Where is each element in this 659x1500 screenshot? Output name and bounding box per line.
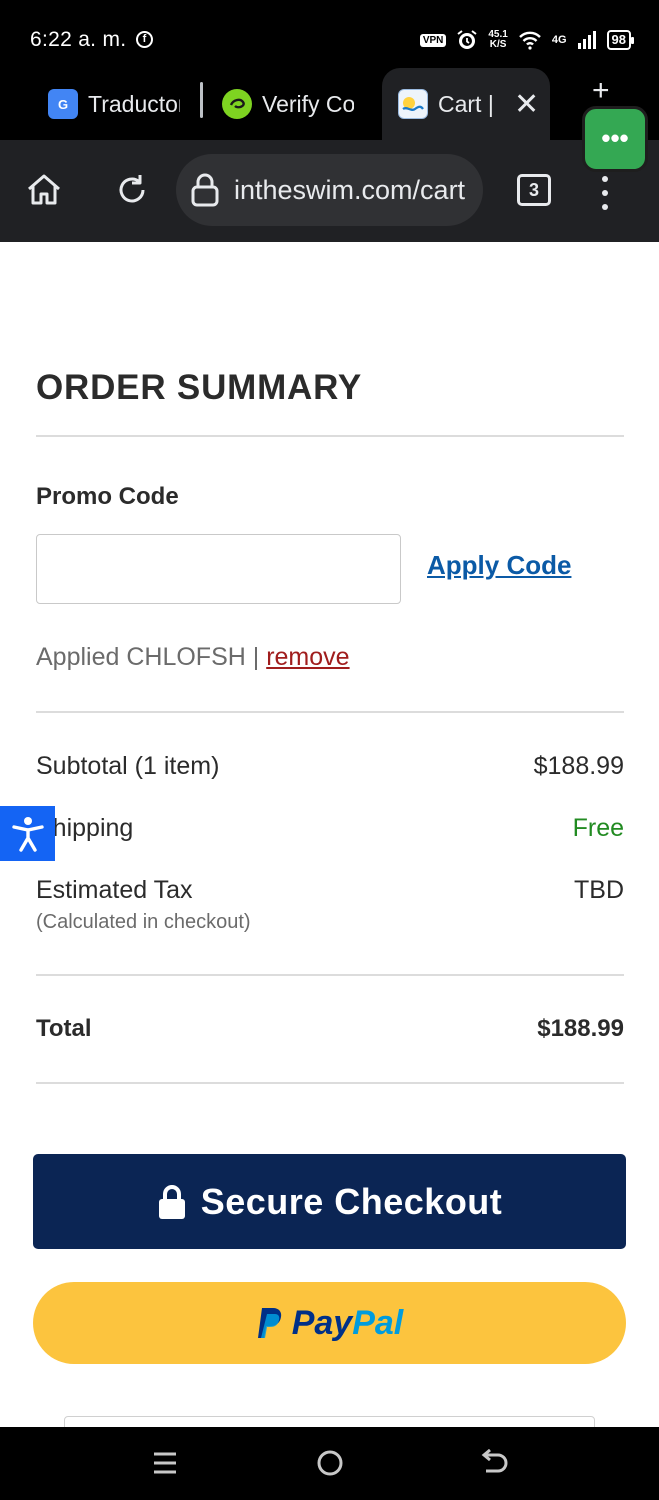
lock-icon [158, 1184, 185, 1219]
secure-checkout-button[interactable]: Secure Checkout [33, 1154, 626, 1249]
browser-toolbar: intheswim.com/cart 3 [0, 140, 659, 242]
status-time: 6:22 a. m. [30, 28, 127, 51]
chat-bubble-more-icon[interactable]: ••• [582, 106, 648, 172]
shipping-value: Free [572, 814, 624, 842]
order-summary-title: ORDER SUMMARY [36, 368, 363, 407]
remove-promo-link[interactable]: remove [266, 643, 349, 671]
signal-icon [577, 31, 596, 49]
accessibility-icon [11, 816, 44, 852]
subtotal-label: Subtotal (1 item) [36, 752, 220, 780]
reload-icon[interactable] [112, 170, 152, 210]
back-nav-icon[interactable] [480, 1449, 508, 1477]
accessibility-button[interactable] [0, 806, 55, 861]
tab-label: Verify Code [262, 90, 354, 117]
applied-separator: | [245, 643, 267, 671]
tab-label: Traductor [88, 90, 180, 117]
divider [36, 711, 624, 713]
tab-separator [200, 82, 203, 118]
lock-icon [191, 173, 219, 207]
divider [36, 974, 624, 976]
verify-icon [222, 89, 252, 119]
paypal-pal-text: Pal [352, 1303, 404, 1342]
divider [36, 1082, 624, 1084]
home-icon[interactable] [24, 170, 64, 210]
tab-label: Cart | InTheSwim [438, 90, 496, 117]
wifi-icon [518, 31, 541, 50]
applied-promo-text: Applied CHLOFSH [36, 643, 246, 671]
status-bar: 6:22 a. m. f VPN 45.1 K/S 4G 98 [0, 0, 659, 68]
subtotal-value: $188.99 [533, 752, 624, 780]
page-content: ORDER SUMMARY Promo Code Apply Code Appl… [0, 242, 659, 1427]
promo-code-label: Promo Code [36, 483, 179, 510]
secure-checkout-label: Secure Checkout [200, 1180, 503, 1222]
tab-traductor[interactable]: G Traductor [48, 68, 188, 140]
recent-apps-icon[interactable] [152, 1449, 178, 1477]
estimated-tax-value: TBD [574, 876, 624, 904]
apply-code-link[interactable]: Apply Code [427, 550, 571, 581]
battery-indicator: 98 [606, 30, 635, 50]
network-type: 4G [551, 34, 567, 46]
network-speed: 45.1 K/S [488, 29, 508, 50]
paypal-pay-text: Pay [291, 1303, 353, 1342]
tab-strip: G Traductor Verify Code Cart | InTheSwim… [0, 68, 659, 140]
tab-verify-code[interactable]: Verify Code [222, 68, 362, 140]
url-text: intheswim.com/cart [234, 174, 466, 205]
applied-promo: Applied CHLOFSH | remove [36, 643, 350, 672]
alarm-icon [457, 30, 477, 49]
total-value: $188.99 [537, 1015, 624, 1042]
system-nav-bar [0, 1427, 659, 1500]
close-tab-icon[interactable]: ✕ [514, 87, 539, 122]
tab-switcher-button[interactable]: 3 [517, 174, 551, 206]
intheswim-icon [398, 89, 428, 119]
total-label: Total [36, 1015, 92, 1042]
promo-code-input[interactable] [36, 534, 401, 604]
paypal-button[interactable]: Pay Pal [33, 1282, 626, 1364]
tax-note: (Calculated in checkout) [36, 911, 251, 933]
additional-payment-box [64, 1416, 595, 1427]
paypal-p-icon [257, 1308, 281, 1338]
address-bar[interactable]: intheswim.com/cart [176, 154, 483, 226]
status-indicators: VPN 45.1 K/S 4G 98 [419, 26, 635, 54]
facebook-notification-icon: f [136, 31, 153, 48]
home-nav-icon[interactable] [316, 1449, 344, 1477]
google-translate-icon: G [48, 89, 78, 119]
divider [36, 435, 624, 437]
tab-cart[interactable]: Cart | InTheSwim ✕ [382, 68, 550, 140]
vpn-badge: VPN [419, 33, 447, 47]
paypal-logo: Pay Pal [256, 1303, 404, 1343]
new-tab-plus-icon[interactable]: + [592, 74, 610, 108]
more-menu-icon[interactable] [598, 176, 612, 210]
estimated-tax-label: Estimated Tax [36, 876, 193, 904]
